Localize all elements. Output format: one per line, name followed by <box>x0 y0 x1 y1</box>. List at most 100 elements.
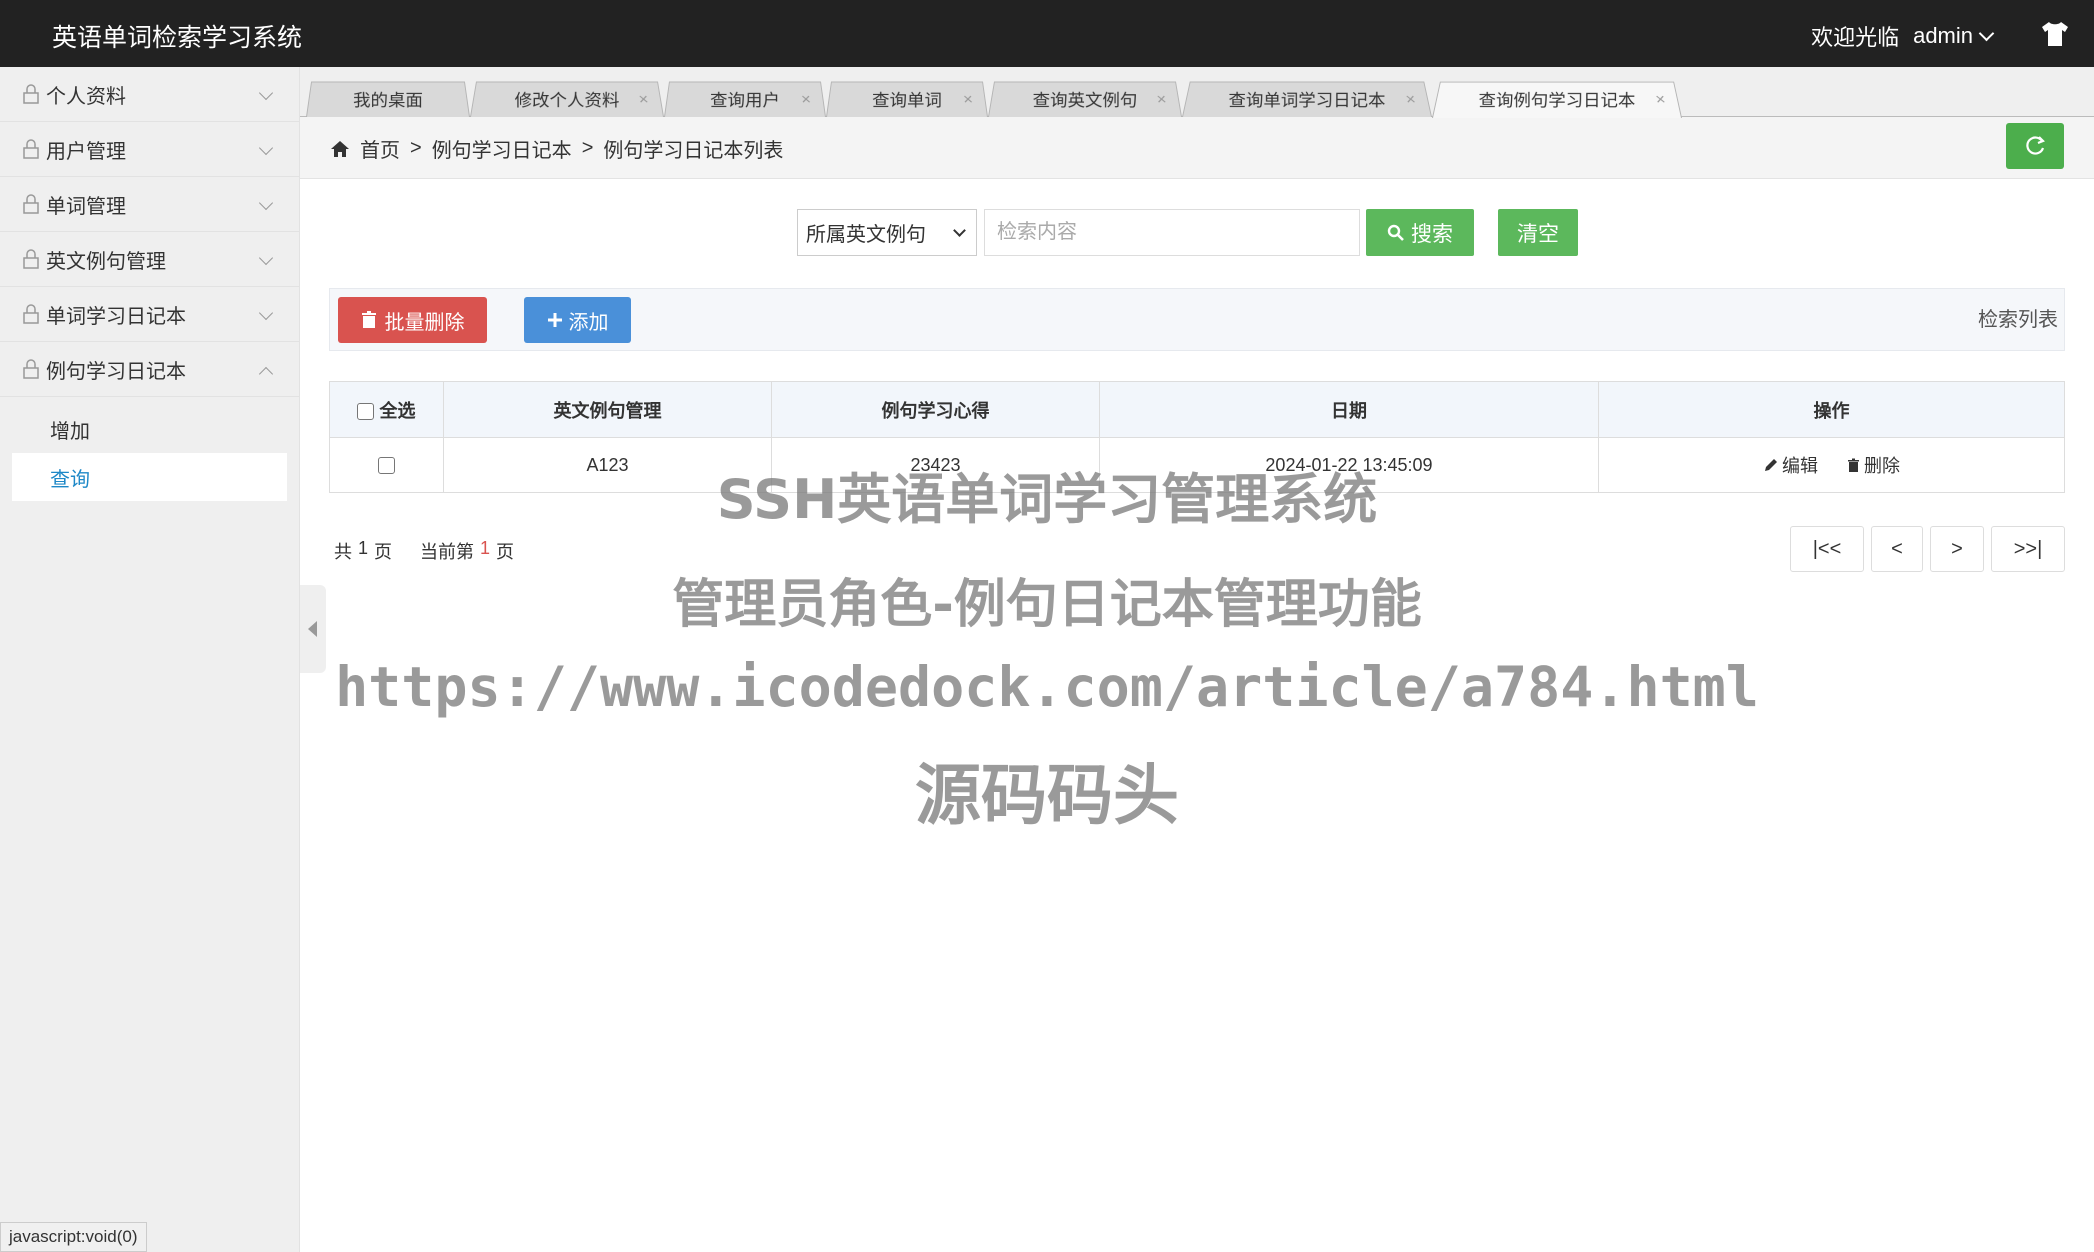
total-pages: 1 <box>358 538 369 558</box>
chevron-down-icon <box>258 250 274 266</box>
clear-button[interactable]: 清空 <box>1498 209 1578 256</box>
close-icon[interactable]: × <box>800 90 812 109</box>
add-button[interactable]: 添加 <box>524 297 631 343</box>
current-page: 1 <box>480 538 491 558</box>
search-button-label: 搜索 <box>1411 222 1453 246</box>
list-title: 检索列表 <box>1978 309 2058 331</box>
sidebar-subitem-query[interactable]: 查询 <box>12 453 287 501</box>
watermark-url: https://www.icodedock.com/article/a784.h… <box>335 655 1759 719</box>
watermark-brand: 源码码头 <box>915 757 1179 834</box>
row-checkbox[interactable] <box>378 457 395 475</box>
top-header: 英语单词检索学习系统 欢迎光临 admin <box>0 0 2094 67</box>
refresh-button[interactable] <box>2006 123 2064 169</box>
tshirt-icon[interactable] <box>2040 20 2070 48</box>
sidebar-item-label: 用户管理 <box>46 140 126 163</box>
select-value: 所属英文例句 <box>806 224 926 246</box>
delete-link[interactable]: 删除 <box>1847 452 1900 478</box>
sidebar-item-sentence-diary[interactable]: 例句学习日记本 <box>0 342 299 397</box>
current-prefix: 当前第 <box>420 542 475 562</box>
select-all-checkbox[interactable] <box>357 403 375 421</box>
tab-query-words[interactable]: 查询单词 × <box>826 81 988 117</box>
search-input[interactable] <box>984 209 1360 256</box>
cell-actions: 编辑 删除 <box>1598 437 2065 493</box>
user-menu[interactable]: admin <box>1913 23 1995 49</box>
search-icon <box>1387 224 1404 241</box>
action-bar: 批量删除 添加 检索列表 <box>329 288 2065 351</box>
close-icon[interactable]: × <box>1404 90 1417 109</box>
next-page-button[interactable]: > <box>1930 526 1984 572</box>
close-icon[interactable]: × <box>962 90 974 109</box>
close-icon[interactable]: × <box>1156 90 1168 109</box>
add-label: 添加 <box>568 311 609 334</box>
watermark-line2: 管理员角色-例句日记本管理功能 <box>672 575 1422 635</box>
breadcrumb-bar: 首页 > 例句学习日记本 > 例句学习日记本列表 <box>300 117 2094 179</box>
plus-icon <box>547 313 562 327</box>
username: admin <box>1913 23 1973 48</box>
sidebar-item-users[interactable]: 用户管理 <box>0 122 299 177</box>
breadcrumb-separator: > <box>581 137 594 159</box>
tab-label: 修改个人资料 <box>514 90 620 110</box>
status-url: javascript:void(0) <box>0 1222 147 1252</box>
table-header-row: 全选 英文例句管理 例句学习心得 日期 操作 <box>329 381 2065 438</box>
sidebar-collapse-toggle[interactable] <box>300 585 326 673</box>
batch-delete-button[interactable]: 批量删除 <box>338 297 487 343</box>
data-table: 全选 英文例句管理 例句学习心得 日期 操作 A123 23423 2024-0… <box>329 381 2065 493</box>
sidebar-item-label: 英文例句管理 <box>46 250 166 273</box>
tab-query-sentences[interactable]: 查询英文例句 × <box>988 81 1182 117</box>
column-header: 例句学习心得 <box>771 381 1100 438</box>
search-button[interactable]: 搜索 <box>1366 209 1474 256</box>
close-icon[interactable]: × <box>638 90 650 109</box>
sidebar-item-label: 单词学习日记本 <box>46 305 186 328</box>
pencil-icon <box>1764 458 1777 471</box>
cell-date: 2024-01-22 13:45:09 <box>1099 437 1599 493</box>
row-checkbox-cell <box>329 437 444 493</box>
delete-label: 删除 <box>1864 456 1900 476</box>
tab-label: 查询用户 <box>710 90 780 110</box>
sidebar-item-sentences[interactable]: 英文例句管理 <box>0 232 299 287</box>
last-page-button[interactable]: >>| <box>1991 526 2065 572</box>
tab-label: 查询单词 <box>872 90 942 110</box>
breadcrumb: 首页 > 例句学习日记本 > 例句学习日记本列表 <box>330 134 783 163</box>
sidebar-item-label: 个人资料 <box>46 85 126 108</box>
prev-page-button[interactable]: < <box>1871 526 1923 572</box>
welcome-text: 欢迎光临 <box>1811 25 1900 50</box>
caret-left-icon <box>308 621 317 637</box>
batch-delete-label: 批量删除 <box>384 311 465 334</box>
tab-query-sentence-diary[interactable]: 查询例句学习日记本 × <box>1432 81 1682 118</box>
search-row: 所属英文例句 搜索 清空 <box>797 209 1578 256</box>
column-header-select-all[interactable]: 全选 <box>329 381 444 438</box>
tab-bar: 我的桌面 修改个人资料 × 查询用户 × 查询单词 × 查询英文例句 × 查询单词学习日… <box>300 67 2094 118</box>
sidebar-subitem-add[interactable]: 增加 <box>0 405 299 453</box>
cell-note: 23423 <box>771 437 1100 493</box>
table-row: A123 23423 2024-01-22 13:45:09 编辑 删除 <box>329 437 2065 493</box>
close-icon[interactable]: × <box>1654 90 1667 109</box>
total-prefix: 共 <box>334 542 352 562</box>
tab-query-users[interactable]: 查询用户 × <box>664 81 826 117</box>
edit-link[interactable]: 编辑 <box>1763 452 1818 478</box>
cell-sentence: A123 <box>443 437 772 493</box>
breadcrumb-home[interactable]: 首页 <box>360 134 400 163</box>
tab-query-word-diary[interactable]: 查询单词学习日记本 × <box>1182 81 1432 117</box>
sidebar-item-word-diary[interactable]: 单词学习日记本 <box>0 287 299 342</box>
sidebar-item-words[interactable]: 单词管理 <box>0 177 299 232</box>
tab-desktop[interactable]: 我的桌面 <box>306 81 470 117</box>
refresh-icon <box>2026 136 2045 155</box>
tab-edit-profile[interactable]: 修改个人资料 × <box>470 81 664 117</box>
pager: |<< < > >>| <box>1790 526 2065 572</box>
column-header: 操作 <box>1598 381 2065 438</box>
lock-icon <box>23 304 39 324</box>
lock-icon <box>23 249 39 269</box>
sidebar-item-label: 例句学习日记本 <box>46 360 186 383</box>
page-unit: 页 <box>374 542 393 562</box>
chevron-down-icon <box>258 140 274 156</box>
page-info: 共 1 页 当前第 1 页 <box>334 538 514 564</box>
breadcrumb-level1[interactable]: 例句学习日记本 <box>432 134 572 163</box>
search-field-select[interactable]: 所属英文例句 <box>797 209 977 256</box>
lock-icon <box>23 194 39 214</box>
sidebar-item-label: 单词管理 <box>46 195 126 218</box>
chevron-down-icon <box>1978 25 1995 41</box>
home-icon <box>331 140 349 157</box>
edit-label: 编辑 <box>1781 456 1818 476</box>
sidebar-item-profile[interactable]: 个人资料 <box>0 67 299 122</box>
first-page-button[interactable]: |<< <box>1790 526 1864 572</box>
